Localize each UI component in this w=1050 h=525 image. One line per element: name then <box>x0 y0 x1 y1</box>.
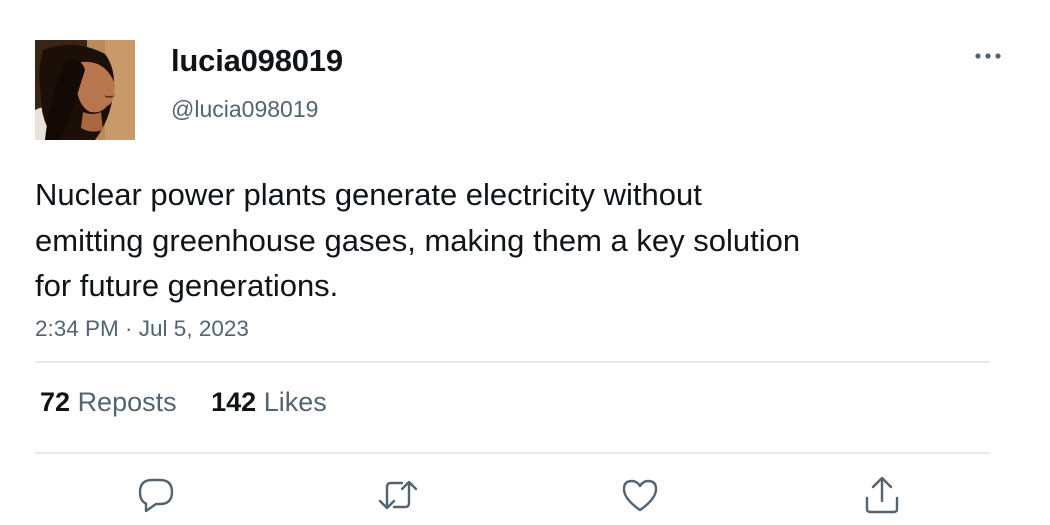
likes-label: Likes <box>263 387 327 417</box>
avatar[interactable] <box>35 40 135 140</box>
repost-button[interactable] <box>376 474 420 516</box>
user-handle[interactable]: @lucia098019 <box>171 96 318 123</box>
tweet-text: Nuclear power plants generate electricit… <box>35 172 935 309</box>
divider <box>35 361 990 363</box>
tweet-text-line: for future generations. <box>35 268 339 303</box>
share-button[interactable] <box>860 474 904 516</box>
more-options-button[interactable] <box>968 40 1008 72</box>
engagement-stats: 72 Reposts 142 Likes <box>40 387 327 418</box>
like-button[interactable] <box>618 474 662 516</box>
tweet-text-line: Nuclear power plants generate electricit… <box>35 177 702 212</box>
reposts-label: Reposts <box>77 387 177 417</box>
tweet-card: lucia098019 @lucia098019 Nuclear power p… <box>0 0 1050 525</box>
display-name[interactable]: lucia098019 <box>171 43 343 79</box>
more-icon <box>975 53 1001 59</box>
repost-icon <box>378 480 418 510</box>
reply-icon <box>138 478 174 513</box>
reposts-stat[interactable]: 72 Reposts <box>40 387 177 418</box>
reposts-count: 72 <box>40 387 71 417</box>
tweet-timestamp[interactable]: 2:34 PM · Jul 5, 2023 <box>35 316 249 342</box>
reply-button[interactable] <box>134 474 178 516</box>
tweet-text-line: emitting greenhouse gases, making them a… <box>35 222 801 258</box>
divider <box>35 452 990 454</box>
share-icon <box>865 476 899 514</box>
avatar-image <box>35 40 135 140</box>
likes-stat[interactable]: 142 Likes <box>211 387 327 418</box>
likes-count: 142 <box>211 387 257 417</box>
like-icon <box>622 479 658 512</box>
